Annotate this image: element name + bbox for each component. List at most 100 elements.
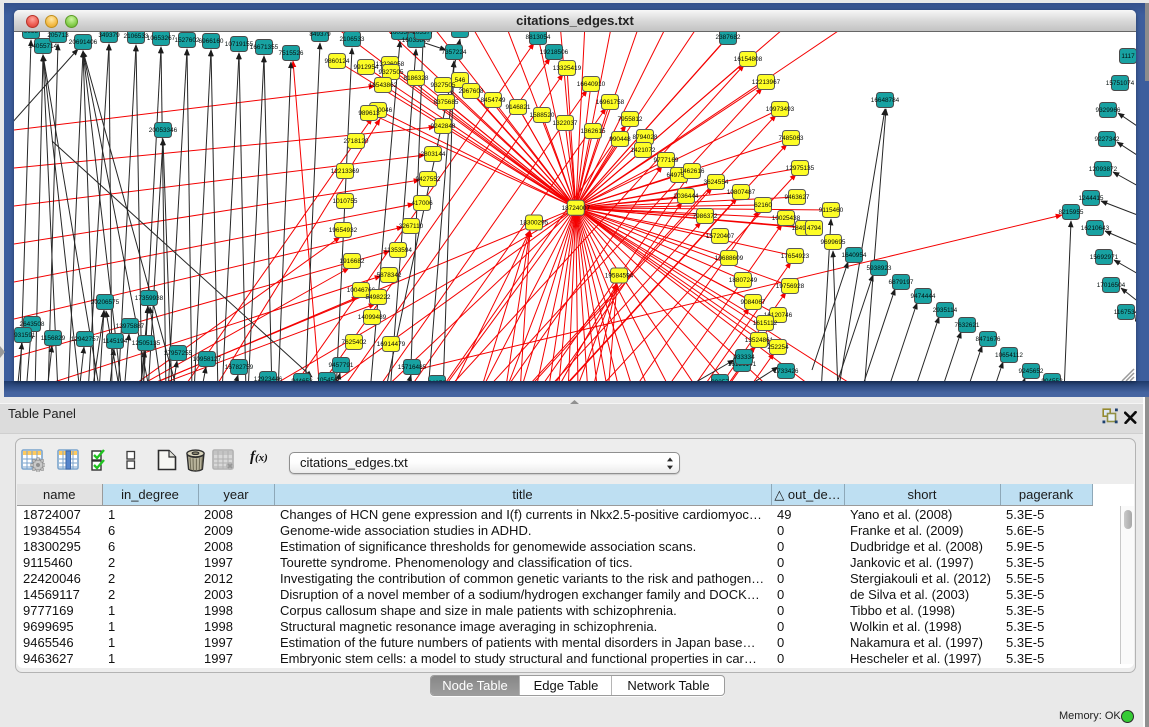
svg-text:349379: 349379 [98, 32, 120, 39]
svg-text:20206575: 20206575 [91, 299, 120, 306]
svg-text:2967608: 2967608 [459, 88, 484, 95]
svg-text:1615112: 1615112 [753, 320, 778, 327]
svg-text:8471676: 8471676 [976, 336, 1001, 343]
svg-text:2803144: 2803144 [421, 151, 446, 158]
svg-text:7955812: 7955812 [618, 116, 643, 123]
svg-text:15692971: 15692971 [1090, 254, 1119, 261]
svg-text:19218506: 19218506 [540, 49, 569, 56]
svg-text:546: 546 [455, 77, 466, 84]
svg-text:90357: 90357 [711, 379, 729, 381]
svg-text:10807487: 10807487 [727, 189, 756, 196]
svg-text:18807249: 18807249 [729, 277, 758, 284]
svg-text:15751074: 15751074 [1106, 80, 1135, 87]
svg-text:203377: 203377 [412, 32, 434, 36]
svg-text:815304: 815304 [449, 32, 471, 34]
svg-text:9084067: 9084067 [741, 299, 766, 306]
svg-text:989613: 989613 [358, 110, 380, 117]
svg-text:2036444: 2036444 [674, 193, 699, 200]
svg-text:9427552: 9427552 [416, 176, 441, 183]
svg-text:5498222: 5498222 [366, 294, 391, 301]
svg-text:9935: 9935 [24, 32, 39, 35]
svg-text:3624554: 3624554 [704, 179, 729, 186]
svg-text:7515526: 7515526 [279, 50, 304, 57]
svg-text:12975135: 12975135 [786, 165, 815, 172]
svg-text:2718120: 2718120 [344, 138, 369, 145]
svg-text:9327505: 9327505 [379, 69, 404, 76]
svg-text:1117: 1117 [1121, 53, 1135, 60]
svg-text:16210643: 16210643 [1081, 225, 1110, 232]
svg-text:20691406: 20691406 [69, 39, 98, 46]
svg-text:1588520: 1588520 [530, 112, 555, 119]
svg-text:13975887: 13975887 [116, 323, 145, 330]
svg-text:16671355: 16671355 [250, 44, 279, 51]
svg-text:944653: 944653 [291, 378, 313, 381]
svg-text:12093872: 12093872 [1089, 166, 1118, 173]
svg-text:849379: 849379 [309, 32, 331, 38]
svg-text:8215955: 8215955 [1059, 209, 1084, 216]
svg-text:16543862: 16543862 [369, 82, 398, 89]
svg-text:8794028: 8794028 [633, 134, 658, 141]
svg-text:19654932: 19654932 [329, 227, 358, 234]
svg-text:990448: 990448 [609, 136, 631, 143]
svg-text:19756928: 19756928 [776, 283, 805, 290]
svg-text:8813054: 8813054 [526, 34, 551, 41]
svg-text:17016504: 17016504 [1097, 282, 1126, 289]
svg-text:11353594: 11353594 [384, 247, 412, 254]
svg-text:7625402: 7625402 [342, 339, 367, 346]
svg-text:12505135: 12505135 [132, 340, 161, 347]
svg-text:20053346: 20053346 [149, 127, 178, 134]
svg-text:84672: 84672 [428, 380, 446, 381]
svg-text:9474444: 9474444 [911, 293, 936, 300]
svg-text:10973493: 10973493 [766, 106, 795, 113]
svg-text:10958127: 10958127 [193, 356, 222, 363]
svg-text:2106533: 2106533 [340, 36, 365, 43]
svg-text:9329966: 9329966 [1096, 107, 1121, 114]
svg-text:6879197: 6879197 [889, 279, 914, 286]
svg-text:10688609: 10688609 [715, 255, 744, 262]
svg-text:18724007: 18724007 [562, 205, 591, 212]
svg-text:17957255: 17957255 [164, 350, 193, 357]
svg-text:9463627: 9463627 [785, 194, 810, 201]
svg-text:1462616: 1462616 [680, 168, 705, 175]
svg-text:2643508: 2643508 [20, 321, 45, 328]
svg-text:5878342: 5878342 [377, 272, 402, 279]
svg-text:6966160: 6966160 [199, 38, 224, 45]
svg-text:1322037: 1322037 [553, 120, 578, 127]
svg-text:9777169: 9777169 [654, 157, 679, 164]
svg-text:2935114: 2935114 [933, 307, 958, 314]
svg-text:3931591: 3931591 [14, 332, 36, 339]
svg-text:16648784: 16648784 [871, 97, 900, 104]
svg-text:17654923: 17654923 [781, 253, 810, 260]
svg-text:9242848: 9242848 [431, 123, 456, 130]
svg-text:933334: 933334 [733, 354, 755, 361]
svg-text:5938923: 5938923 [867, 265, 892, 272]
svg-text:17359938: 17359938 [135, 295, 164, 302]
svg-text:9327505: 9327505 [431, 82, 456, 89]
svg-text:12923446: 12923446 [254, 376, 283, 381]
svg-text:8375685: 8375685 [434, 99, 459, 106]
svg-text:15720407: 15720407 [706, 233, 735, 240]
svg-text:13325419: 13325419 [553, 65, 582, 72]
svg-text:105456: 105456 [316, 377, 338, 381]
svg-text:8454749: 8454749 [481, 97, 506, 104]
svg-text:12213369: 12213369 [331, 168, 360, 175]
svg-text:62160: 62160 [754, 202, 772, 209]
svg-text:16640910: 16640910 [577, 81, 606, 88]
svg-text:1733426: 1733426 [774, 368, 799, 375]
svg-text:9457791: 9457791 [329, 362, 354, 369]
svg-text:1916682: 1916682 [340, 258, 365, 265]
svg-text:9227342: 9227342 [1095, 136, 1120, 143]
svg-text:205713: 205713 [47, 32, 69, 39]
svg-text:1244415: 1244415 [1079, 195, 1104, 202]
svg-text:1640954: 1640954 [842, 252, 867, 259]
svg-text:252254: 252254 [767, 344, 789, 351]
svg-text:1527602: 1527602 [175, 37, 200, 44]
svg-text:8186328: 8186328 [404, 75, 429, 82]
svg-text:904552: 904552 [1041, 378, 1063, 381]
svg-text:9146821: 9146821 [506, 104, 531, 111]
svg-text:12213967: 12213967 [752, 79, 781, 86]
svg-text:16914479: 16914479 [377, 341, 406, 348]
svg-text:16961758: 16961758 [596, 99, 625, 106]
svg-text:1010755: 1010755 [333, 198, 358, 205]
svg-text:18300295: 18300295 [520, 220, 549, 227]
